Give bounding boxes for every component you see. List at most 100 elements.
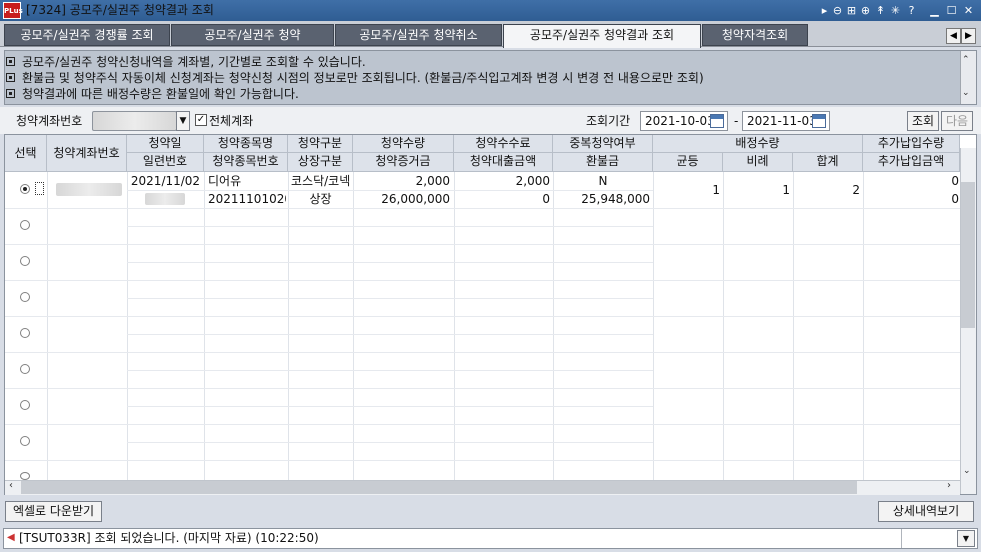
- grid-subrow-line: [127, 226, 653, 227]
- grid-column-line: [653, 172, 654, 480]
- help-icon[interactable]: ?: [905, 3, 918, 18]
- grid-column-line: [863, 172, 864, 480]
- row-select-radio[interactable]: [20, 400, 30, 410]
- period-label: 조회기간: [586, 114, 631, 128]
- row-checkbox[interactable]: [35, 182, 44, 195]
- col-header: 상장구분: [288, 153, 353, 172]
- bullet-icon: [6, 89, 15, 98]
- row-select-radio[interactable]: [20, 256, 30, 266]
- row-select-radio[interactable]: [20, 220, 30, 230]
- row-select-radio[interactable]: [20, 292, 30, 302]
- cell-extra-quantity: 0: [951, 174, 959, 188]
- col-header: 청약종목번호: [204, 153, 288, 172]
- query-button[interactable]: 조회: [907, 111, 939, 131]
- grid-row-line: [5, 208, 960, 209]
- scroll-down-icon[interactable]: ⌄: [962, 88, 970, 98]
- cell-stock-code: 202111010201: [208, 192, 286, 206]
- link-icon[interactable]: ⊞: [845, 3, 858, 18]
- row-select-radio[interactable]: [20, 184, 30, 194]
- bottom-bar: [0, 496, 981, 524]
- grid-subrow-line: [127, 370, 653, 371]
- grid-row-line: [5, 352, 960, 353]
- chevron-down-icon[interactable]: ▼: [176, 111, 190, 131]
- calendar-icon[interactable]: [812, 114, 826, 128]
- row-select-radio[interactable]: [20, 436, 30, 446]
- horizontal-scroll-thumb[interactable]: [21, 481, 857, 494]
- account-select[interactable]: [92, 111, 177, 131]
- all-accounts-checkbox[interactable]: ✓: [195, 114, 207, 126]
- date-separator: -: [734, 114, 739, 128]
- row-select-radio[interactable]: [20, 472, 30, 480]
- status-dropdown-icon[interactable]: ▼: [957, 530, 975, 547]
- col-header: 균등: [653, 153, 723, 172]
- bullet-icon: [6, 73, 15, 82]
- pin-icon[interactable]: ▸: [818, 3, 831, 18]
- maximize-icon[interactable]: ☐: [945, 3, 958, 18]
- bullet-icon: [6, 57, 15, 66]
- vertical-scroll-thumb[interactable]: [961, 182, 975, 328]
- cell-duplicate: N: [598, 174, 608, 188]
- zoom-out-icon[interactable]: ⊖: [831, 3, 844, 18]
- tab-subscribe-cancel[interactable]: 공모주/실권주 청약취소: [335, 24, 502, 46]
- tab-subscribe-result[interactable]: 공모주/실권주 청약결과 조회: [503, 24, 701, 48]
- cell-date: 2021/11/02: [130, 174, 201, 188]
- col-header: 청약대출금액: [454, 153, 553, 172]
- scroll-right-icon[interactable]: ›: [947, 480, 951, 491]
- grid-subrow-line: [127, 298, 653, 299]
- always-on-top-icon[interactable]: ↟: [874, 3, 887, 18]
- cell-deposit: 26,000,000: [381, 192, 450, 206]
- tab-competition-rate[interactable]: 공모주/실권주 경쟁률 조회: [4, 24, 170, 46]
- next-button[interactable]: 다음: [941, 111, 973, 131]
- tab-eligibility[interactable]: 청약자격조회: [702, 24, 808, 46]
- col-header: 일련번호: [127, 153, 204, 172]
- grid-subrow-line: [127, 262, 653, 263]
- all-accounts-label: 전체계좌: [209, 114, 254, 128]
- settings-icon[interactable]: ✳: [889, 3, 902, 18]
- grid-row-line: [5, 388, 960, 389]
- tab-subscribe[interactable]: 공모주/실권주 청약: [171, 24, 334, 46]
- cell-refund: 25,948,000: [581, 192, 650, 206]
- col-header-account: 청약계좌번호: [47, 135, 127, 172]
- info-line: 청약결과에 따른 배정수량은 환불일에 확인 가능합니다.: [6, 87, 299, 102]
- col-header-select: 선택: [5, 135, 47, 172]
- col-header: 청약수수료: [454, 135, 553, 153]
- tab-next-icon[interactable]: ▶: [961, 28, 976, 44]
- excel-download-button[interactable]: 엑셀로 다운받기: [5, 501, 102, 522]
- grid-column-line: [793, 172, 794, 480]
- col-header: 청약수량: [353, 135, 454, 153]
- info-line: 환불금 및 청약주식 자동이체 신청계좌는 청약신청 시점의 정보로만 조회됩니…: [6, 71, 704, 86]
- row-select-radio[interactable]: [20, 328, 30, 338]
- zoom-in-icon[interactable]: ⊕: [859, 3, 872, 18]
- detail-view-button[interactable]: 상세내역보기: [878, 501, 974, 522]
- scroll-left-icon[interactable]: ‹: [9, 480, 13, 491]
- col-header: 환불금: [553, 153, 653, 172]
- cell-equal: 1: [712, 183, 720, 197]
- col-header: 배정수량: [653, 135, 863, 153]
- scroll-down-icon[interactable]: ⌄: [963, 466, 971, 476]
- grid-row-line: [5, 424, 960, 425]
- scroll-up-icon[interactable]: ⌃: [962, 55, 970, 65]
- cell-fee: 2,000: [515, 174, 550, 188]
- cell-subscription-type: 코스닥/코넥: [291, 174, 351, 188]
- grid-column-line: [127, 172, 128, 480]
- cell-quantity: 2,000: [415, 174, 450, 188]
- col-header: 중복청약여부: [553, 135, 653, 153]
- account-label: 청약계좌번호: [16, 114, 83, 128]
- grid-subrow-line: [127, 334, 653, 335]
- grid-column-line: [353, 172, 354, 480]
- calendar-icon[interactable]: [710, 114, 724, 128]
- grid-row-line: [5, 244, 960, 245]
- col-header: 청약증거금: [353, 153, 454, 172]
- cell-total: 2: [852, 183, 860, 197]
- window-title: [7324] 공모주/실권주 청약결과 조회: [26, 3, 214, 17]
- grid-row-line: [5, 280, 960, 281]
- minimize-icon[interactable]: ▁: [928, 3, 941, 18]
- cell-extra-amount: 0: [951, 192, 959, 206]
- close-icon[interactable]: ✕: [962, 3, 975, 18]
- tab-prev-icon[interactable]: ◀: [946, 28, 961, 44]
- cell-listing-type: 상장: [309, 192, 332, 206]
- grid-column-line: [723, 172, 724, 480]
- row-select-radio[interactable]: [20, 364, 30, 374]
- info-line: 공모주/실권주 청약신청내역을 계좌별, 기간별로 조회할 수 있습니다.: [6, 55, 366, 70]
- col-header: 청약종목명: [204, 135, 288, 153]
